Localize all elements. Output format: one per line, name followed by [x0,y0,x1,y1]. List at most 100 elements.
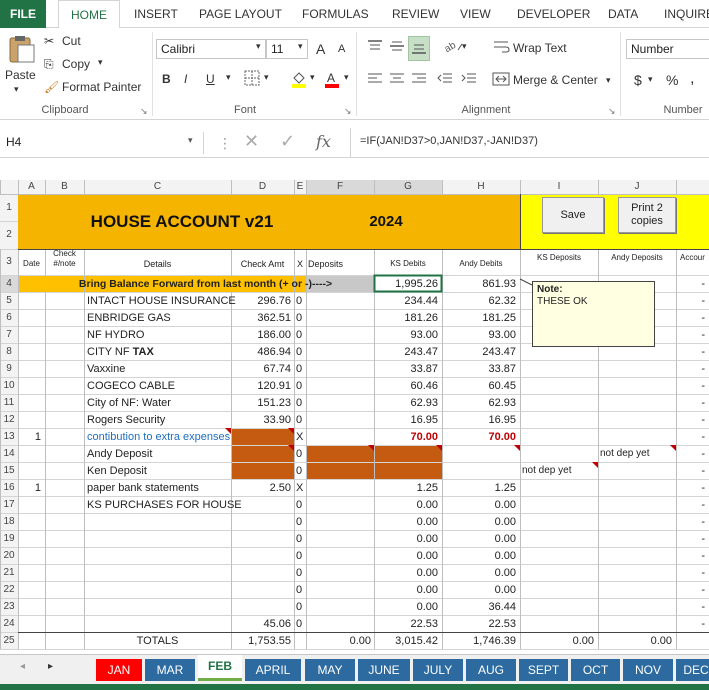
underline-button[interactable]: U [206,72,215,86]
copy-dropdown-icon[interactable]: ▾ [98,57,103,68]
font-name-dropdown[interactable]: Calibri [156,39,266,59]
scroll-right-icon[interactable]: ▸ [48,661,53,672]
comment-note[interactable]: Note: THESE OK [532,281,655,347]
font-launcher-icon[interactable]: ↘ [344,106,352,117]
increase-indent-icon[interactable] [460,72,478,89]
currency-button[interactable]: $ [634,72,642,88]
sheet-tab-nov[interactable]: NOV [623,659,673,681]
sheet-tab-oct[interactable]: OCT [571,659,620,681]
sheet-tab-april[interactable]: APRIL [245,659,301,681]
number-format-dropdown[interactable]: Number [626,39,709,59]
copy-icon[interactable]: ⎘ [44,57,54,72]
cell-details[interactable]: CITY NF TAX [87,345,234,359]
cell-details[interactable]: NF HYDRO [87,328,234,342]
sheet-tab-dec[interactable]: DEC [676,659,709,681]
copy-button[interactable]: Copy [62,57,90,71]
percent-button[interactable]: % [666,72,678,88]
tab-inquire[interactable]: INQUIRE [664,0,709,28]
cell-details[interactable]: Andy Deposit [87,447,234,461]
sheet-tab-july[interactable]: JULY [413,659,463,681]
cut-button[interactable]: Cut [62,34,81,48]
font-color-icon[interactable]: A [324,70,340,91]
alignment-launcher-icon[interactable]: ↘ [608,106,616,117]
wrap-text-icon[interactable] [492,39,510,58]
sheet-tab-may[interactable]: MAY [305,659,355,681]
align-left-icon[interactable] [366,72,384,89]
fill-color-icon[interactable] [290,70,308,91]
bold-button[interactable]: B [162,72,171,86]
cell-details[interactable]: Ken Deposit [87,464,234,478]
tab-formulas[interactable]: FORMULAS [302,0,369,28]
row-header-17: 17 [3,498,15,510]
tab-developer[interactable]: DEVELOPER [517,0,590,28]
cell-details[interactable]: COGECO CABLE [87,379,234,393]
balance-andy[interactable]: 861.93 [442,277,516,291]
borders-icon[interactable] [244,70,260,89]
sheet-tab-feb[interactable]: FEB [198,655,242,681]
row-header-19: 19 [3,532,15,544]
merge-center-button[interactable]: Merge & Center [513,73,598,87]
merge-dropdown-icon[interactable]: ▾ [606,75,611,86]
tab-data[interactable]: DATA [608,0,638,28]
cell-details[interactable]: paper bank statements [87,481,234,495]
sheet-tab-sept[interactable]: SEPT [519,659,568,681]
sheet-tab-aug[interactable]: AUG [466,659,516,681]
insert-function-icon[interactable]: fx [316,132,331,151]
merge-center-icon[interactable] [492,71,510,90]
fill-dropdown-icon[interactable]: ▾ [310,72,315,83]
italic-button[interactable]: I [184,72,187,86]
balance-ks[interactable]: 1,995.26 [374,277,438,291]
clipboard-launcher-icon[interactable]: ↘ [140,106,148,117]
format-painter-icon[interactable]: 🖌 [44,80,59,94]
tab-insert[interactable]: INSERT [134,0,178,28]
scroll-left-icon[interactable]: ◂ [20,661,25,672]
name-box[interactable]: H4 [6,135,21,149]
cell-details[interactable]: contibution to extra expenses [87,430,234,444]
orientation-icon[interactable]: ab [442,38,464,57]
cell-andy-debit: 1.25 [494,481,516,494]
sheet-tab-jan[interactable]: JAN [96,659,142,681]
comma-button[interactable]: , [690,70,694,88]
shrink-font-button[interactable]: A [338,43,345,55]
chevron-down-icon[interactable]: ▾ [188,135,193,146]
paste-button[interactable]: Paste [5,68,36,82]
cell-details[interactable]: City of NF: Water [87,396,234,410]
underline-dropdown-icon[interactable]: ▾ [226,72,231,83]
cell-details[interactable]: Vaxxine [87,362,234,376]
currency-dropdown-icon[interactable]: ▾ [648,74,653,85]
cell-details[interactable]: KS PURCHASES FOR HOUSE [87,498,242,512]
sheet-tab-mar[interactable]: MAR [145,659,195,681]
align-top-icon[interactable] [366,38,384,57]
paste-icon[interactable] [6,34,36,64]
tab-home[interactable]: HOME [58,0,120,29]
cell-details[interactable]: INTACT HOUSE INSURANCE [87,294,236,308]
grow-font-button[interactable]: A [316,41,325,57]
print-copies-button[interactable]: Print 2 copies [618,197,676,233]
tab-page-layout[interactable]: PAGE LAYOUT [199,0,282,28]
cell-details[interactable]: ENBRIDGE GAS [87,311,234,325]
paste-dropdown-icon[interactable]: ▾ [14,84,19,95]
enter-icon[interactable]: ✓ [280,131,295,152]
cell-x: 0 [296,345,303,358]
orientation-dropdown-icon[interactable]: ▾ [462,41,467,52]
align-center-icon[interactable] [388,72,406,89]
cell-andy-debit: 0.00 [494,549,516,562]
save-button[interactable]: Save [542,197,604,233]
tab-review[interactable]: REVIEW [392,0,439,28]
align-right-icon[interactable] [410,72,428,89]
formula-input[interactable]: =IF(JAN!D37>0,JAN!D37,-JAN!D37) [360,135,538,147]
tab-view[interactable]: VIEW [460,0,491,28]
borders-dropdown-icon[interactable]: ▾ [264,72,269,83]
tab-file[interactable]: FILE [0,0,46,28]
font-color-dropdown-icon[interactable]: ▾ [344,72,349,83]
cell-details[interactable]: Rogers Security [87,413,234,427]
align-middle-icon[interactable] [388,38,406,57]
cut-icon[interactable]: ✂ [44,34,54,48]
cancel-icon[interactable]: ✕ [244,131,259,152]
spreadsheet-grid[interactable]: A B C D E F G H I J 1 2 3 4 5 6 7 8 9 10 11 12 13 14 15 16 17 18 19 2… [0,180,709,652]
format-painter-button[interactable]: Format Painter [62,80,141,94]
decrease-indent-icon[interactable] [436,72,454,89]
align-bottom-icon[interactable] [408,36,430,61]
sheet-tab-june[interactable]: JUNE [358,659,410,681]
wrap-text-button[interactable]: Wrap Text [513,41,567,55]
